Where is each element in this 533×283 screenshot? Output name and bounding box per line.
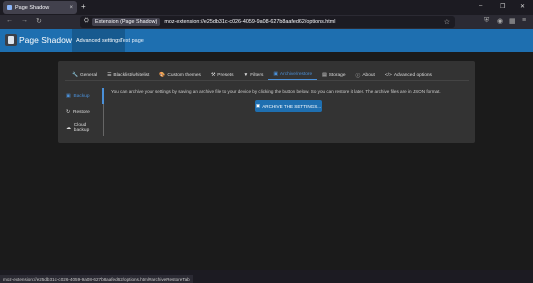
- palette-icon: 🎨: [159, 72, 166, 78]
- restore-button[interactable]: ❐: [500, 3, 505, 10]
- back-icon[interactable]: ←: [6, 17, 13, 24]
- tab-label: About: [362, 72, 375, 78]
- reload-icon[interactable]: ↻: [36, 17, 42, 25]
- url-bar[interactable]: ⛭ Extension (Page Shadow) moz-extension:…: [80, 16, 455, 28]
- wrench-icon: 🔧: [72, 72, 78, 78]
- url-text[interactable]: moz-extension://e25db31c-c026-4059-9a08-…: [164, 19, 335, 25]
- app-title[interactable]: Page Shadow: [19, 35, 72, 45]
- settings-tabs: 🔧 General ☰ Blacklist/whitelist 🎨 Custom th…: [67, 70, 437, 80]
- code-icon: </>: [384, 72, 392, 78]
- sidebar-item-backup[interactable]: ▣ Backup: [64, 88, 104, 104]
- tab-label: Blacklist/whitelist: [113, 72, 150, 78]
- archive-settings-button[interactable]: ▣ ARCHIVE THE SETTINGS...: [255, 100, 322, 112]
- tab-filters[interactable]: ▼ Filters: [239, 70, 269, 80]
- tab-label: Storage: [328, 72, 346, 78]
- tab-label: Filters: [250, 72, 264, 78]
- app-header: Page Shadow Advanced settings Test page: [0, 29, 533, 52]
- sidebar-item-restore[interactable]: ↻ Restore: [64, 104, 104, 120]
- browser-nav-bar: ← → ↻ ⛭ Extension (Page Shadow) moz-exte…: [0, 15, 533, 29]
- tab-label: Presets: [217, 72, 234, 78]
- menu-icon[interactable]: ≡: [522, 17, 526, 24]
- tab-label: Advanced options: [393, 72, 432, 78]
- tab-label: General: [79, 72, 98, 78]
- tab-label: Custom themes: [167, 72, 201, 78]
- tab-archive-restore[interactable]: ▣ Archive/restore: [268, 70, 318, 80]
- sidebar-item-label: Backup: [73, 93, 90, 99]
- new-tab-button[interactable]: +: [81, 2, 86, 11]
- extension-icon: ⛭: [84, 18, 89, 24]
- database-icon: ▤: [322, 72, 327, 78]
- backup-icon: ▣: [66, 93, 71, 99]
- tools-icon: ⚒: [210, 72, 216, 78]
- archive-description: You can archive your settings by saving …: [111, 89, 441, 94]
- browser-tab[interactable]: Page Shadow ×: [3, 1, 77, 14]
- restore-icon: ↻: [66, 109, 71, 115]
- bookmark-star-icon[interactable]: ☆: [444, 18, 450, 26]
- account-icon[interactable]: ◉: [497, 17, 503, 25]
- minimize-button[interactable]: –: [479, 3, 482, 9]
- favicon-icon: [7, 5, 12, 10]
- sidebar-item-label: Cloud backup: [73, 123, 90, 133]
- list-icon: ☰: [107, 72, 112, 78]
- close-window-button[interactable]: ✕: [520, 3, 525, 10]
- browser-tab-title: Page Shadow: [15, 4, 50, 11]
- filter-icon: ▼: [243, 72, 249, 78]
- archive-icon: ▣: [273, 72, 278, 77]
- tabs-divider: [65, 80, 469, 81]
- extensions-icon[interactable]: ▦: [509, 17, 516, 25]
- tab-custom-themes[interactable]: 🎨 Custom themes: [154, 70, 206, 80]
- close-tab-icon[interactable]: ×: [69, 5, 73, 11]
- tab-about[interactable]: ⓘ About: [351, 70, 380, 80]
- shield-icon[interactable]: ⛨: [484, 17, 489, 25]
- archive-sidebar: ▣ Backup ↻ Restore ☁ Cloud backup: [64, 88, 104, 136]
- status-bar: moz-extension://e25db31c-c026-4059-9a08-…: [0, 275, 193, 283]
- browser-tab-bar: Page Shadow × + – ❐ ✕: [0, 0, 533, 15]
- page-shadow-logo: [5, 34, 17, 46]
- forward-icon[interactable]: →: [21, 17, 28, 24]
- archive-icon: ▣: [255, 103, 261, 108]
- tab-general[interactable]: 🔧 General: [67, 70, 102, 80]
- cloud-icon: ☁: [66, 125, 71, 131]
- info-icon: ⓘ: [355, 73, 361, 79]
- url-identity-badge[interactable]: Extension (Page Shadow): [92, 18, 161, 26]
- sidebar-item-label: Restore: [73, 109, 90, 115]
- nav-test-page[interactable]: Test page: [116, 29, 148, 52]
- tab-presets[interactable]: ⚒ Presets: [206, 70, 239, 80]
- archive-button-label: ARCHIVE THE SETTINGS...: [262, 103, 322, 109]
- tab-storage[interactable]: ▤ Storage: [317, 70, 350, 80]
- tab-advanced-options[interactable]: </> Advanced options: [380, 70, 437, 80]
- sidebar-item-cloud-backup[interactable]: ☁ Cloud backup: [64, 120, 104, 136]
- tab-blacklist[interactable]: ☰ Blacklist/whitelist: [102, 70, 154, 80]
- tab-label: Archive/restore: [279, 72, 313, 77]
